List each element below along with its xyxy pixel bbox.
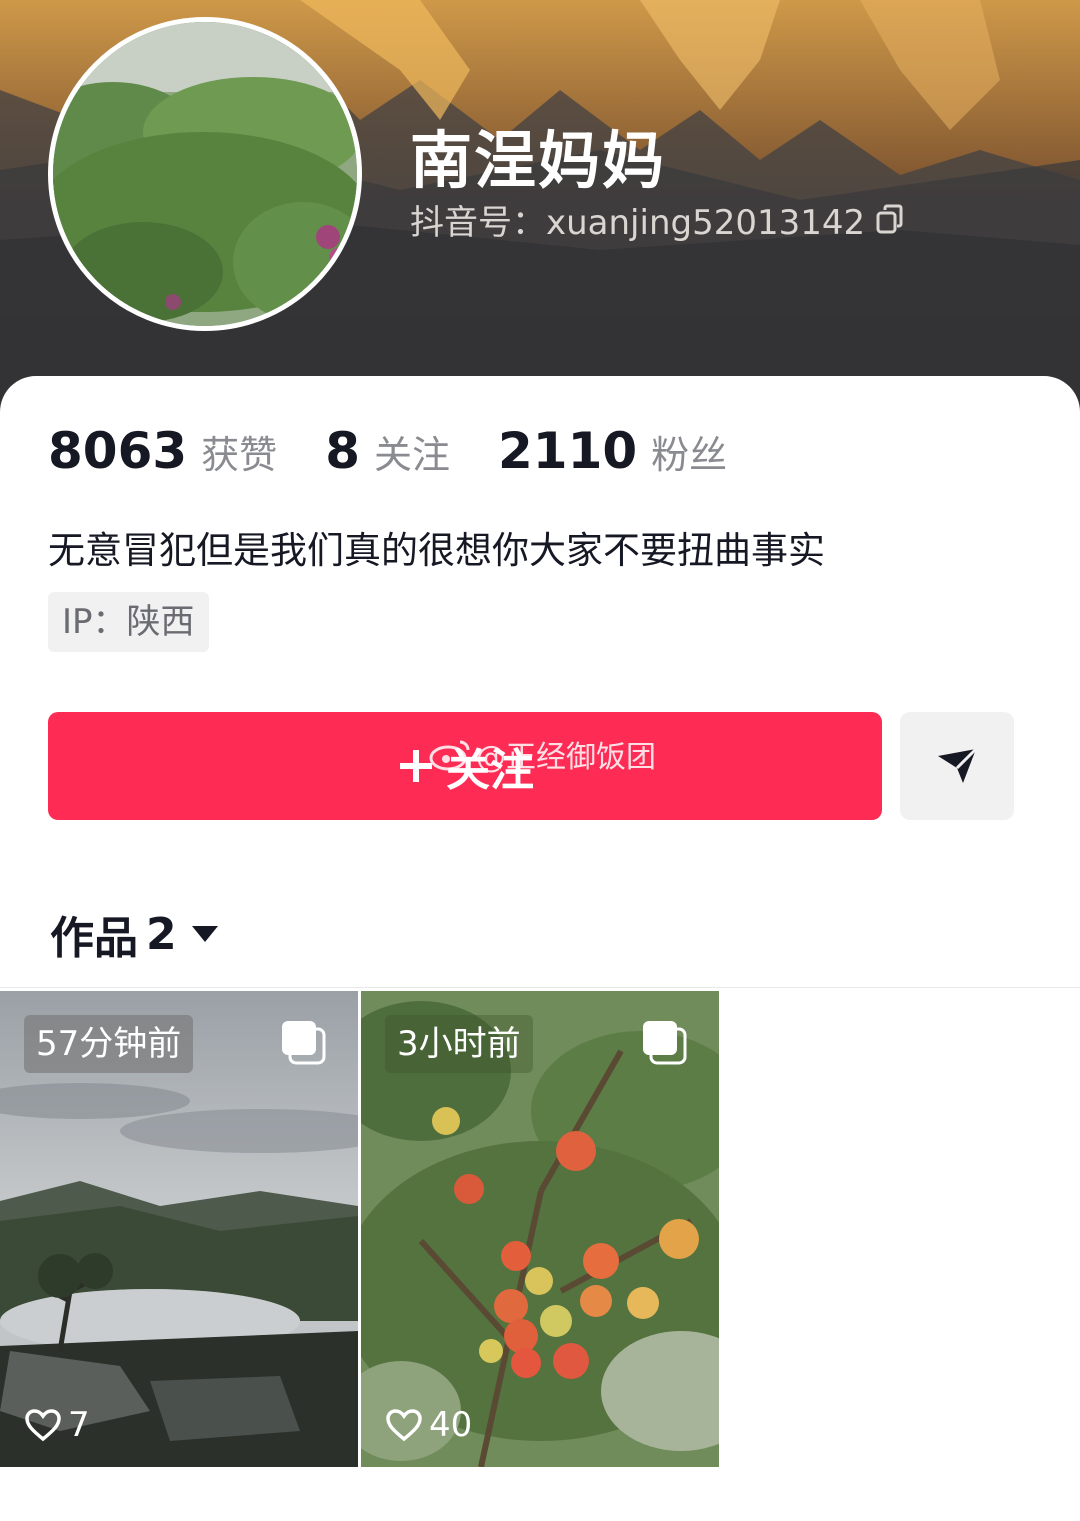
divider [0,987,1080,988]
douyin-id[interactable]: 抖音号：xuanjing52013142 [410,195,905,244]
share-button[interactable] [900,712,1014,820]
tab-works-count: 2 [146,908,177,960]
heart-outline-icon [25,1409,61,1442]
tab-works-label: 作品 [50,913,138,964]
tab-works[interactable]: 作品 2 [50,902,219,966]
stat-likes-label: 获赞 [201,433,278,477]
follow-button[interactable]: 关注 [48,712,882,820]
video-likes-count: 7 [68,1405,90,1445]
stat-following[interactable]: 8 关注 [325,422,450,480]
avatar-image [53,22,357,326]
copy-icon[interactable] [875,204,905,236]
multi-image-icon [282,1021,326,1065]
profile-banner: 南浧妈妈 抖音号：xuanjing52013142 [0,0,1080,420]
stat-following-label: 关注 [373,433,450,477]
stats-row: 8063 获赞 8 关注 2110 粉丝 [48,422,775,480]
avatar[interactable] [48,17,362,331]
video-likes: 40 [385,1405,472,1445]
stat-likes: 8063 获赞 [48,422,277,480]
multi-image-icon [643,1021,687,1065]
video-time-badge: 57分钟前 [24,1015,194,1073]
video-time-badge: 3小时前 [385,1015,533,1073]
douyin-id-text: 抖音号：xuanjing52013142 [410,203,866,243]
video-card[interactable]: 57分钟前 7 [0,991,358,1467]
heart-outline-icon [386,1409,422,1442]
nickname: 南浧妈妈 [410,124,667,197]
stat-followers[interactable]: 2110 粉丝 [498,422,727,480]
send-icon [938,747,978,783]
video-likes: 7 [24,1405,90,1445]
video-card[interactable]: 3小时前 40 [361,991,719,1467]
stat-likes-value: 8063 [48,422,188,480]
caret-down-icon [191,926,218,942]
stat-following-value: 8 [325,422,360,480]
bio: 无意冒犯但是我们真的很想你大家不要扭曲事实 [48,529,825,572]
follow-content: 关注 [396,734,534,798]
ip-location: IP：陕西 [48,592,209,652]
follow-label: 关注 [446,746,534,795]
video-likes-count: 40 [429,1405,473,1445]
stat-followers-value: 2110 [498,422,638,480]
stat-followers-label: 粉丝 [651,433,728,477]
plus-icon [400,750,432,782]
